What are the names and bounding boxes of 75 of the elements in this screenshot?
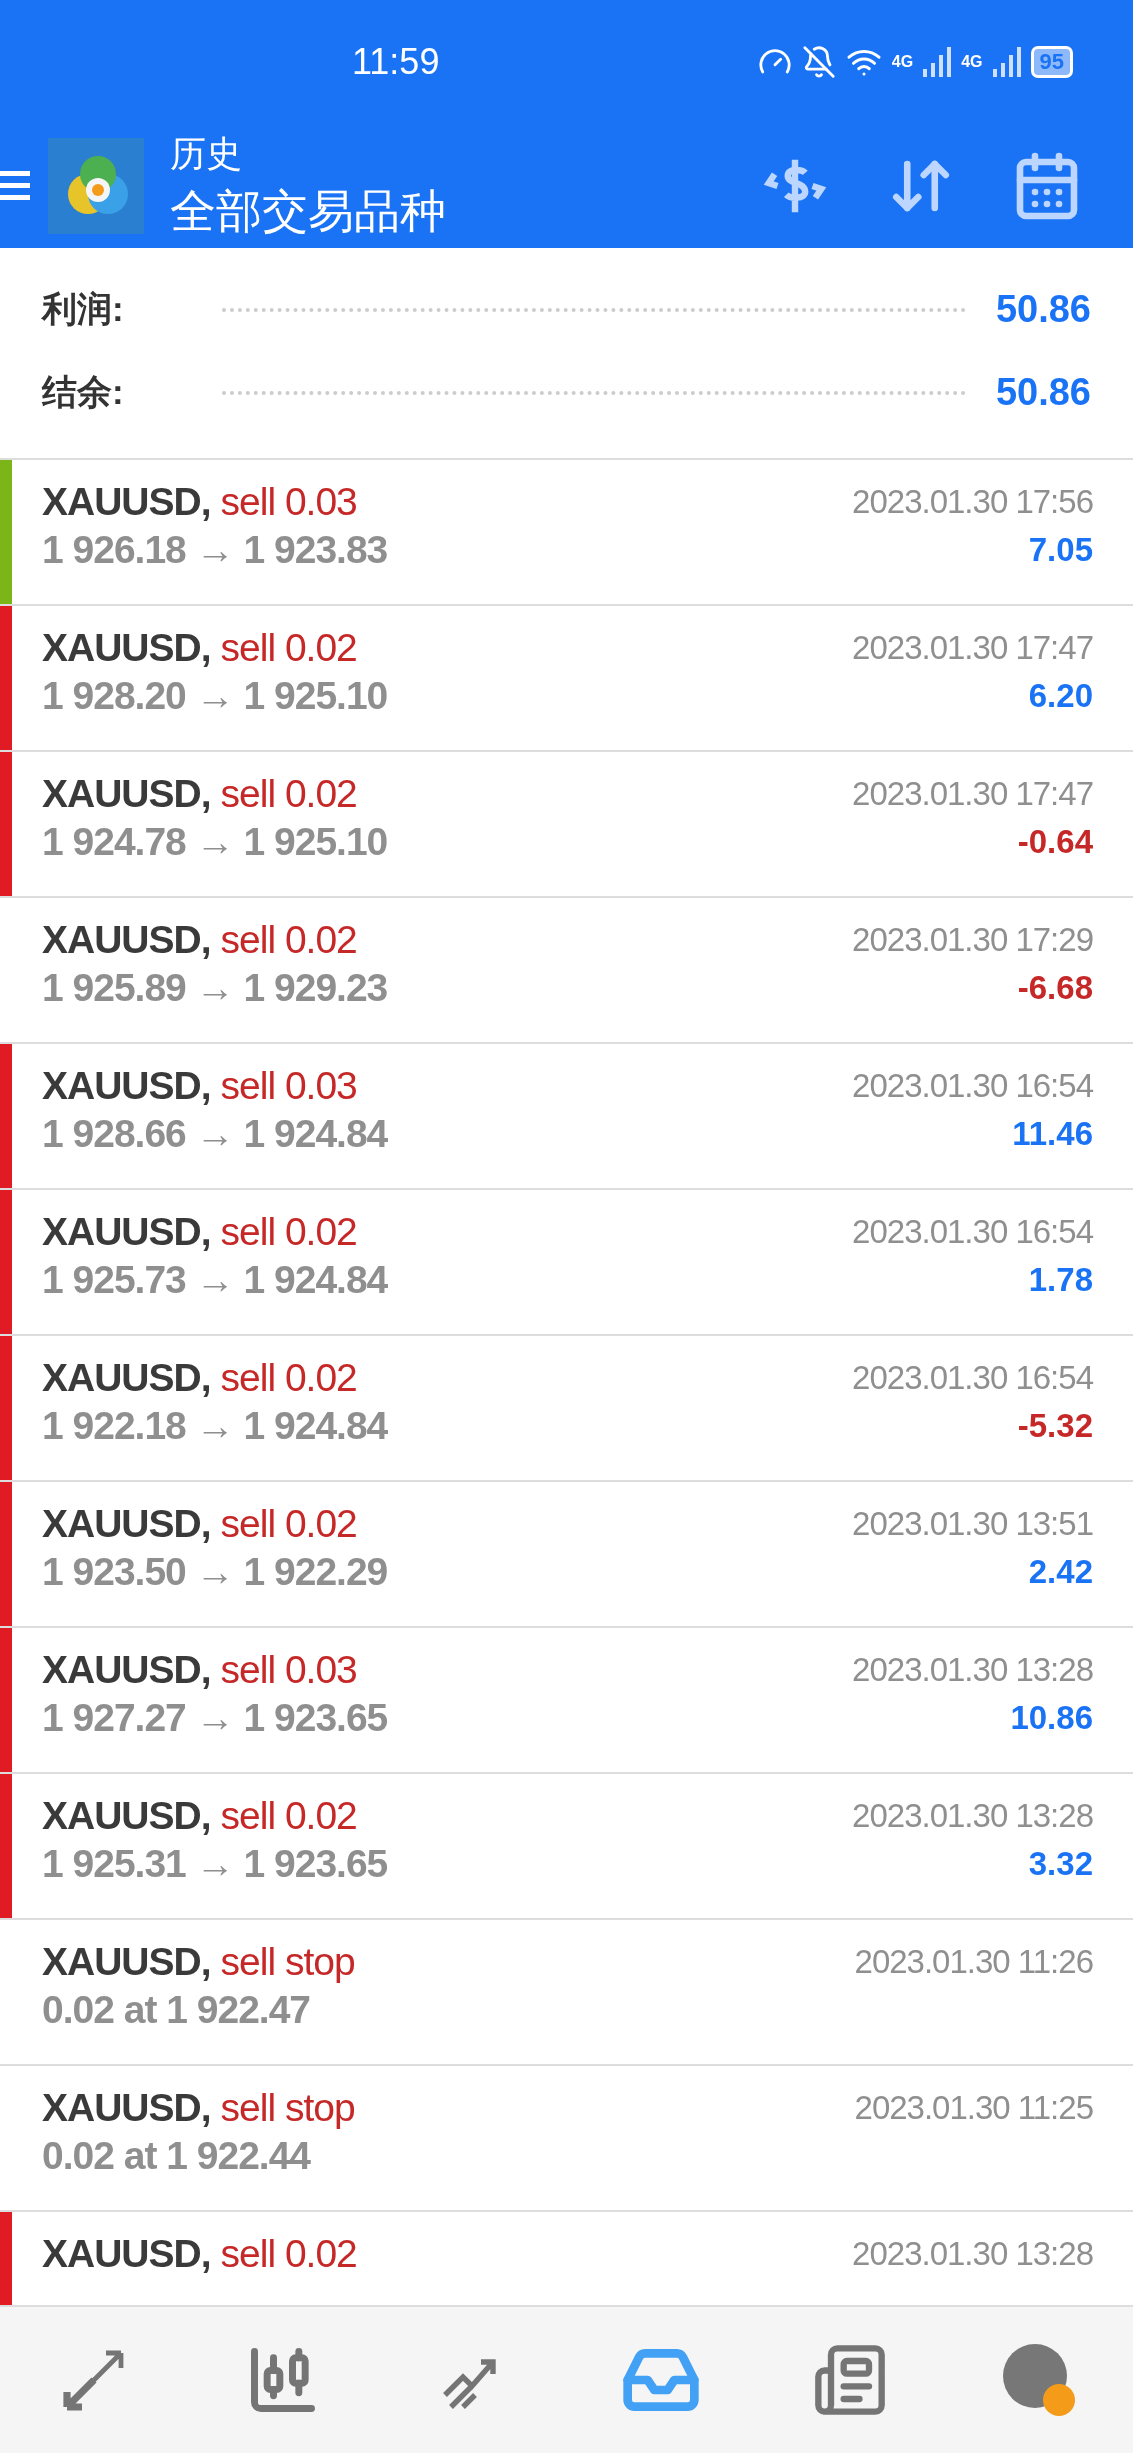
- order-type: sell 0.03: [220, 480, 357, 524]
- status-time: 11:59: [352, 41, 441, 83]
- deal-time: 2023.01.30 16:54: [852, 1359, 1093, 1397]
- order-type: sell 0.02: [220, 1502, 357, 1546]
- symbol: XAUUSD,: [42, 1794, 211, 1838]
- summary-label: 利润:: [42, 288, 125, 330]
- summary-label: 结余:: [42, 371, 125, 413]
- deal-time: 2023.01.30 13:28: [852, 2235, 1093, 2273]
- deal-prices: 1 926.18 → 1 923.83: [42, 528, 389, 572]
- summary-value: 50.86: [995, 288, 1091, 331]
- deal-prices: 0.02 at 1 922.44: [42, 2134, 312, 2178]
- deal-prices: 1 925.73 → 1 924.84: [42, 1258, 389, 1302]
- deal-time: 2023.01.30 16:54: [852, 1067, 1093, 1105]
- order-type: sell 0.03: [220, 1648, 357, 1692]
- deal-profit: 2.42: [1028, 1553, 1093, 1591]
- symbol: XAUUSD,: [42, 2232, 211, 2276]
- deal-time: 2023.01.30 11:25: [854, 2089, 1093, 2127]
- symbol: XAUUSD,: [42, 1648, 211, 1692]
- symbol: XAUUSD,: [42, 1064, 211, 1108]
- deal-time: 2023.01.30 16:54: [852, 1213, 1093, 1251]
- deal-prices: 1 928.20 → 1 925.10: [42, 674, 389, 718]
- order-type: sell 0.02: [220, 1794, 357, 1838]
- symbol: XAUUSD,: [42, 1356, 211, 1400]
- deal-time: 2023.01.30 13:51: [852, 1505, 1093, 1543]
- symbol: XAUUSD,: [42, 918, 211, 962]
- deal-time: 2023.01.30 17:47: [852, 629, 1093, 667]
- order-type: sell 0.02: [220, 1356, 357, 1400]
- deal-prices: 1 927.27 → 1 923.65: [42, 1696, 389, 1740]
- deal-profit: -5.32: [1017, 1407, 1093, 1445]
- order-type: sell 0.02: [220, 626, 357, 670]
- order-type: sell 0.02: [220, 772, 357, 816]
- deal-prices: 1 922.18 → 1 924.84: [42, 1404, 389, 1448]
- summary-value: 50.86: [995, 371, 1091, 414]
- deal-profit: -6.68: [1017, 969, 1093, 1007]
- deal-prices: 1 924.78 → 1 925.10: [42, 820, 389, 864]
- symbol: XAUUSD,: [42, 626, 211, 670]
- symbol: XAUUSD,: [42, 1210, 211, 1254]
- symbol: XAUUSD,: [42, 772, 211, 816]
- screen-title: 历史: [170, 131, 243, 176]
- signal-icon: [923, 47, 952, 77]
- symbol: XAUUSD,: [42, 2086, 211, 2130]
- deal-profit: 11.46: [1012, 1115, 1093, 1153]
- deal-time: 2023.01.30 13:28: [852, 1651, 1093, 1689]
- signal-icon: [992, 47, 1021, 77]
- order-type: sell 0.02: [220, 1210, 357, 1254]
- deal-prices: 1 925.31 → 1 923.65: [42, 1842, 389, 1886]
- deal-profit: 7.05: [1028, 531, 1093, 569]
- order-type: sell 0.02: [220, 2232, 357, 2276]
- symbol: XAUUSD,: [42, 1502, 211, 1546]
- network-label: 4G: [891, 53, 914, 71]
- deal-profit: -0.64: [1017, 823, 1093, 861]
- symbol: XAUUSD,: [42, 480, 211, 524]
- deal-prices: 1 928.66 → 1 924.84: [42, 1112, 389, 1156]
- deal-time: 2023.01.30 11:26: [854, 1943, 1093, 1981]
- order-type: sell stop: [220, 2086, 355, 2130]
- deal-profit: 10.86: [1010, 1699, 1093, 1737]
- deal-time: 2023.01.30 13:28: [852, 1797, 1093, 1835]
- deal-prices: 0.02 at 1 922.47: [42, 1988, 312, 2032]
- symbol: XAUUSD,: [42, 1940, 211, 1984]
- network-label: 4G: [961, 53, 983, 71]
- deal-time: 2023.01.30 17:56: [852, 483, 1093, 521]
- deal-profit: 6.20: [1028, 677, 1093, 715]
- symbol-filter[interactable]: 全部交易品种: [170, 180, 755, 243]
- deal-time: 2023.01.30 17:47: [852, 775, 1093, 813]
- order-type: sell 0.02: [220, 918, 357, 962]
- deal-prices: 1 923.50 → 1 922.29: [42, 1550, 389, 1594]
- bell-muted-icon: [801, 45, 836, 79]
- menu-icon[interactable]: [0, 169, 30, 203]
- battery-level: 95: [1030, 46, 1073, 78]
- deal-time: 2023.01.30 17:29: [852, 921, 1093, 959]
- deal-profit: 3.32: [1028, 1845, 1093, 1883]
- deal-profit: 1.78: [1028, 1261, 1093, 1299]
- deal-prices: 1 925.89 → 1 929.23: [42, 966, 389, 1010]
- order-type: sell 0.03: [220, 1064, 357, 1108]
- order-type: sell stop: [220, 1940, 355, 1984]
